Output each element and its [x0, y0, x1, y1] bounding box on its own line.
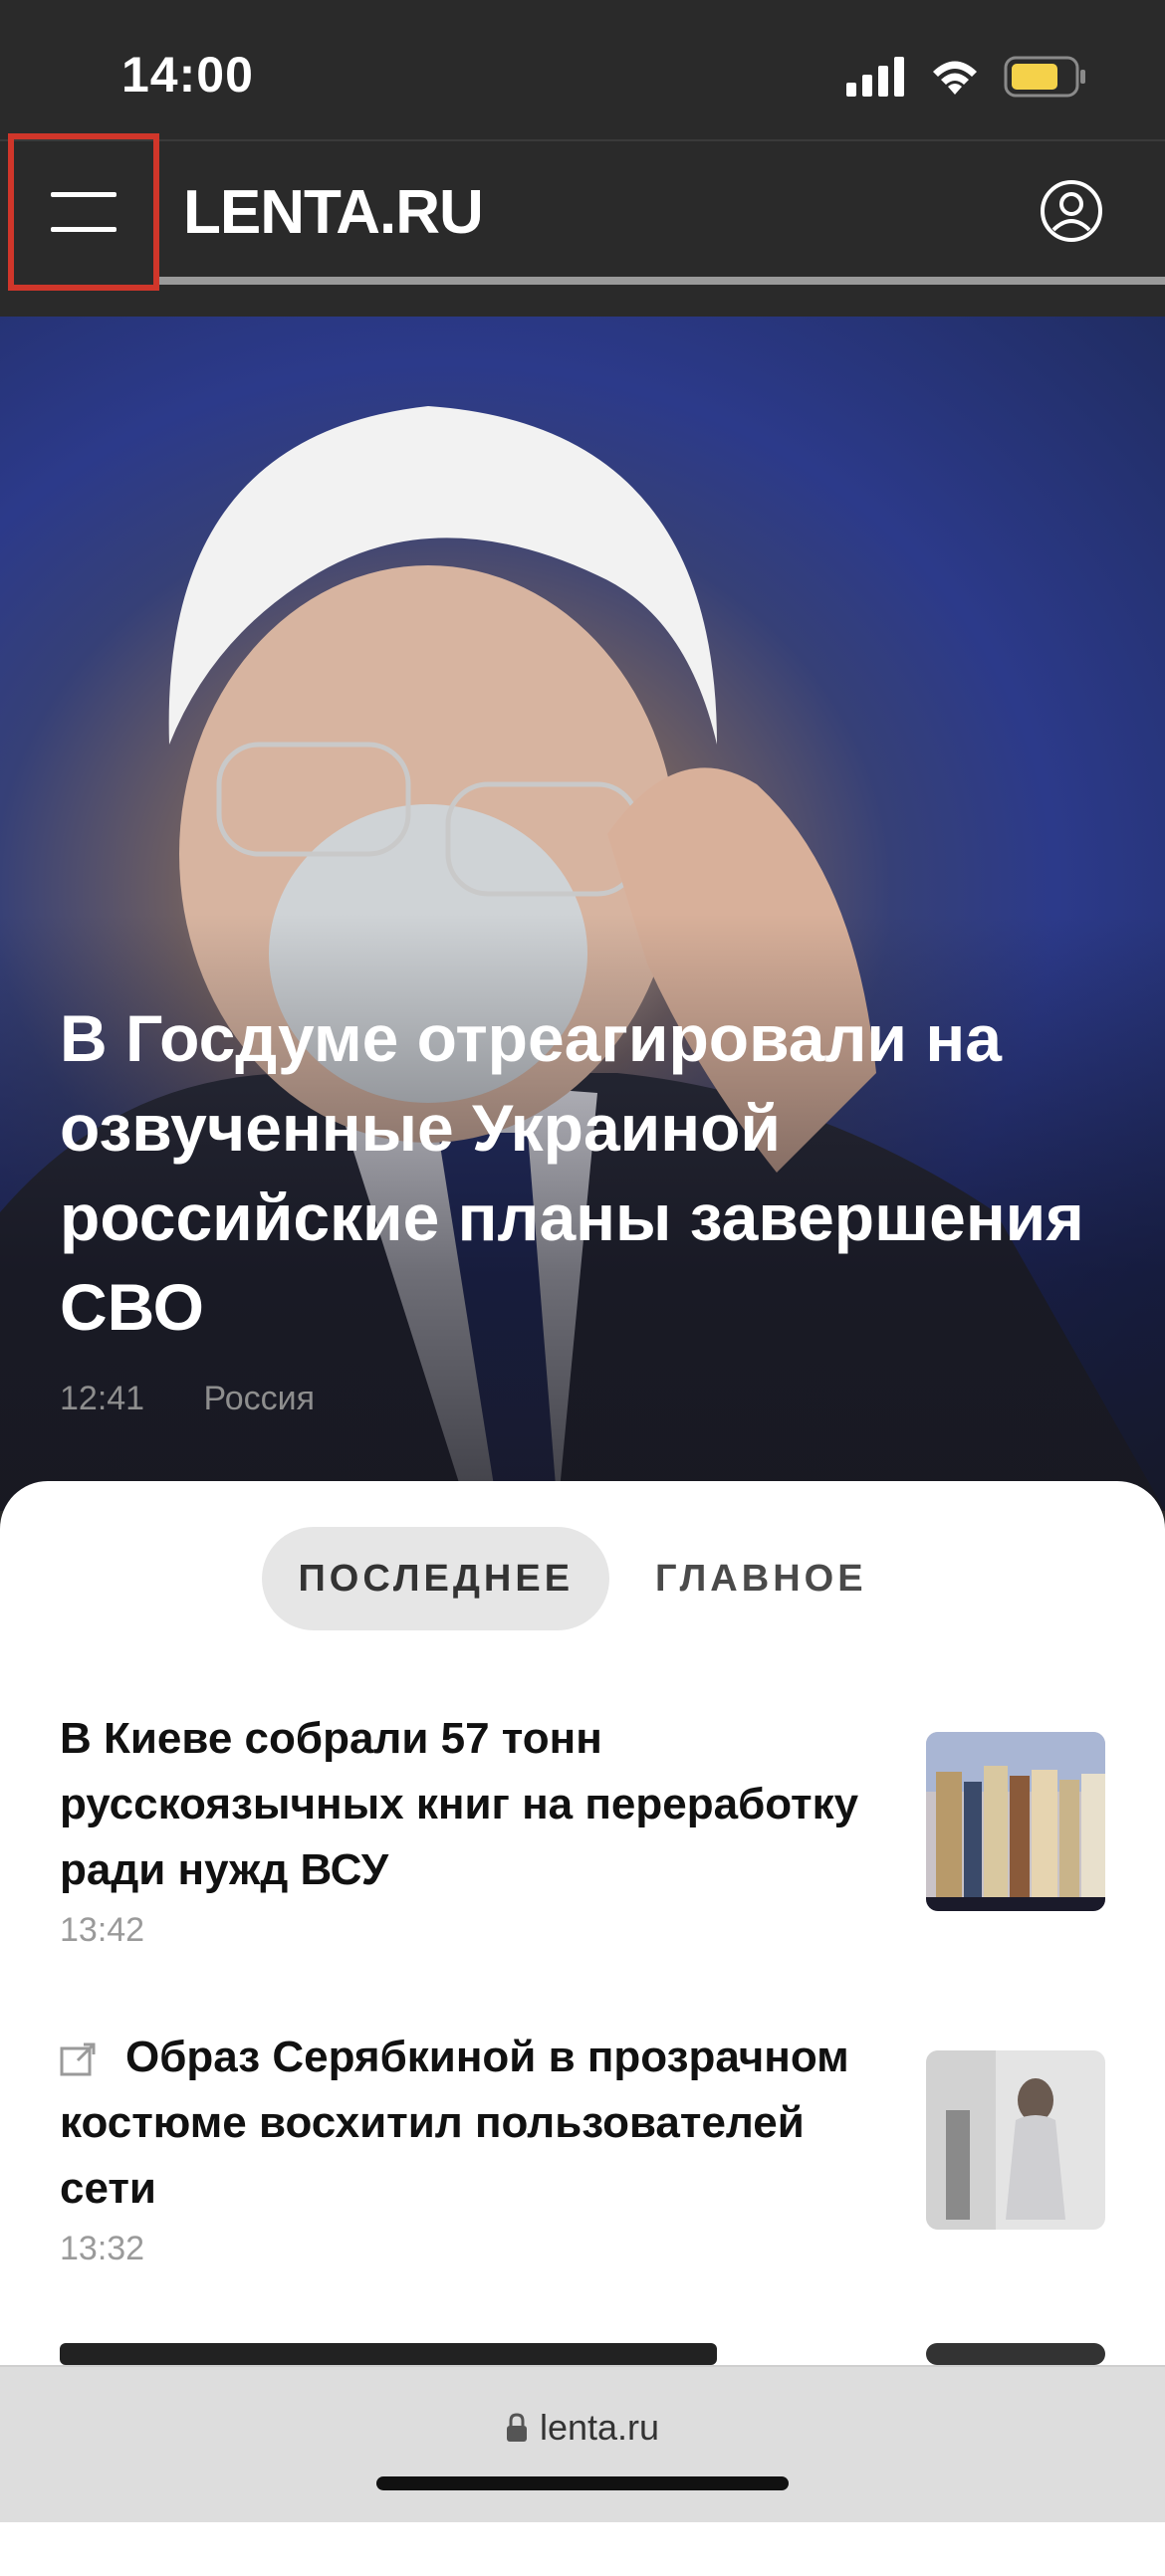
- news-thumbnail: [926, 2050, 1105, 2230]
- home-indicator[interactable]: [376, 2476, 789, 2490]
- news-time: 13:32: [60, 2230, 145, 2267]
- news-time: 13:42: [60, 1911, 145, 1949]
- header-progress-line: [159, 277, 1165, 285]
- news-title[interactable]: В Киеве собрали 57 тонн русскоязычных кн…: [60, 1706, 876, 1903]
- news-thumbnail: [926, 1732, 1105, 1911]
- hero-meta: 12:41 Россия: [60, 1380, 315, 1418]
- cellular-signal-icon: [846, 57, 904, 97]
- status-icons: [846, 54, 1087, 100]
- external-link-icon: [60, 2042, 96, 2076]
- profile-icon[interactable]: [1040, 179, 1103, 243]
- browser-url-bar[interactable]: lenta.ru: [0, 2365, 1165, 2522]
- menu-icon: [51, 192, 116, 232]
- site-logo[interactable]: LENTA.RU: [183, 177, 484, 248]
- news-title[interactable]: Образ Серябкиной в прозрачном костюме во…: [60, 2033, 849, 2213]
- url-text: lenta.ru: [539, 2407, 660, 2448]
- status-time: 14:00: [121, 47, 254, 103]
- tab-main[interactable]: ГЛАВНОЕ: [619, 1527, 903, 1630]
- news-tabs: ПОСЛЕДНЕЕ ГЛАВНОЕ: [0, 1527, 1165, 1630]
- site-header: [0, 139, 1165, 281]
- news-title-row[interactable]: Образ Серябкиной в прозрачном костюме во…: [60, 2025, 876, 2222]
- wifi-icon: [933, 61, 977, 95]
- battery-icon: [1004, 56, 1085, 98]
- lock-icon: [506, 2413, 527, 2442]
- status-bar: 14:00: [0, 0, 1165, 139]
- list-item[interactable]: В Киеве собрали 57 тонн русскоязычных кн…: [60, 1706, 1105, 1950]
- list-item[interactable]: Образ Серябкиной в прозрачном костюме во…: [60, 2025, 1105, 2268]
- hero-article[interactable]: В Госдуме отреагировали на озвученные Ук…: [0, 317, 1165, 1511]
- hero-category[interactable]: Россия: [204, 1380, 316, 1417]
- tab-latest[interactable]: ПОСЛЕДНЕЕ: [262, 1527, 610, 1630]
- url-display[interactable]: lenta.ru: [0, 2407, 1165, 2449]
- hero-time: 12:41: [60, 1380, 145, 1417]
- menu-button[interactable]: [8, 133, 159, 291]
- news-title-partial: [60, 2343, 717, 2365]
- news-thumbnail: [926, 2343, 1105, 2365]
- hero-title[interactable]: В Госдуме отреагировали на озвученные Ук…: [60, 993, 1115, 1352]
